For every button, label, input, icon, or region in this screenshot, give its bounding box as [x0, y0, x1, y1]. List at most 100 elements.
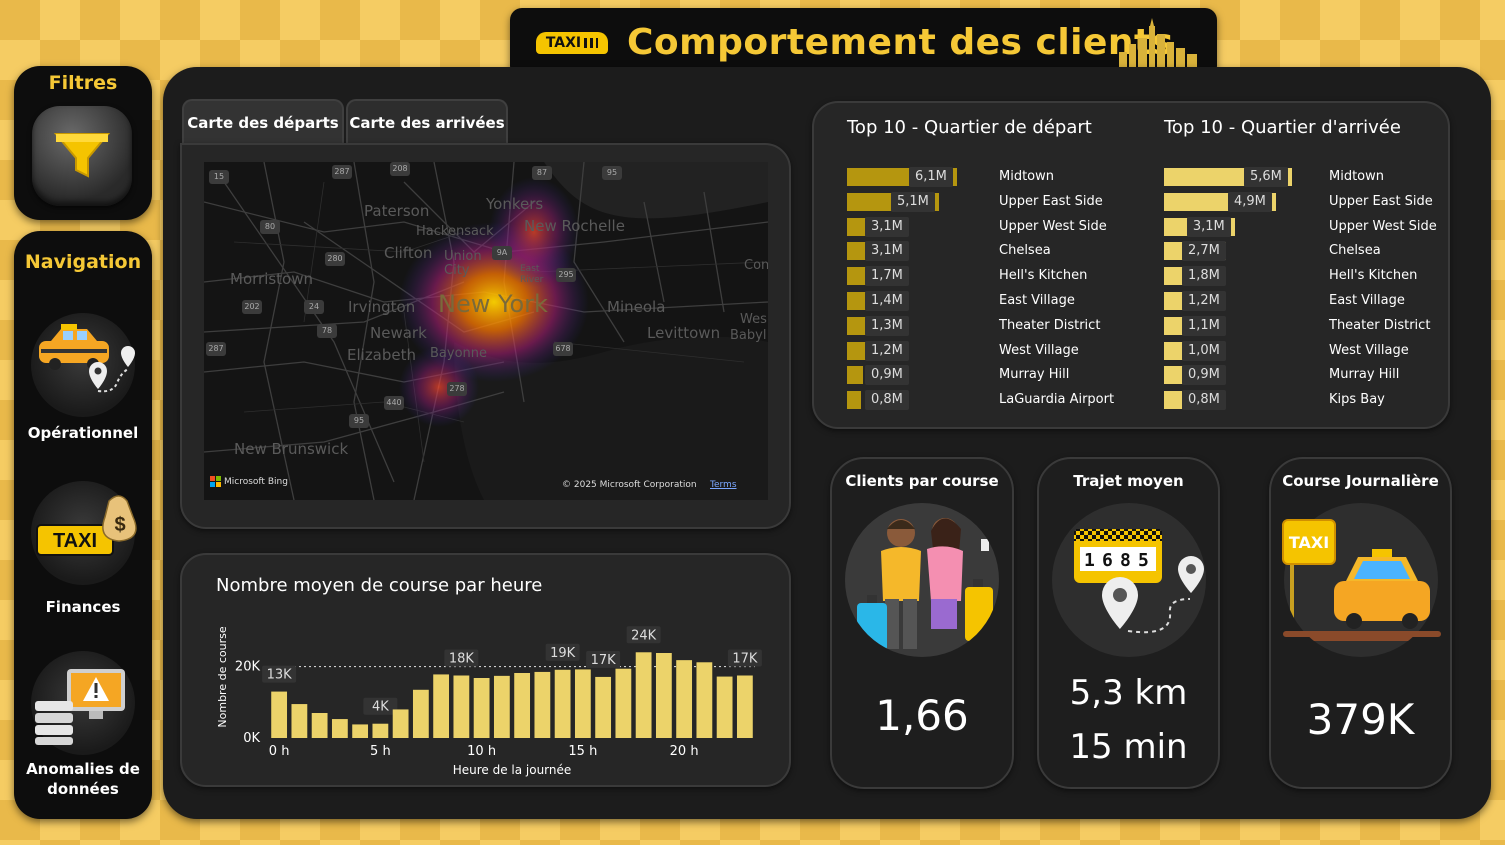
top10-bar-row[interactable]: 3,1M Upper West Side [1164, 216, 1464, 237]
top10-bar-row[interactable]: 6,1M Midtown [847, 167, 1147, 187]
chart-bar[interactable] [696, 662, 713, 738]
top10-name: Theater District [1329, 317, 1431, 333]
map-label: Babyl [730, 328, 767, 343]
top10-bar-row[interactable]: 2,7M Chelsea [1164, 241, 1464, 262]
top10-bar-value: 1,2M [1182, 291, 1226, 311]
kpi-trip-duration: 15 min [1069, 727, 1188, 767]
top10-name: Murray Hill [1329, 367, 1400, 383]
top10-bar-row[interactable]: 1,4M East Village [847, 291, 1147, 311]
chart-bar[interactable] [372, 723, 389, 738]
chart-bar[interactable] [716, 676, 733, 738]
kpi-clients-title: Clients par course [845, 472, 999, 490]
top10-bar [847, 366, 864, 385]
top10-bar-row[interactable]: 1,2M West Village [847, 340, 1147, 361]
taxi-sign-icon: TAXI [1282, 519, 1336, 565]
top10-bar-row[interactable]: 1,8M Hell's Kitchen [1164, 266, 1464, 287]
chart-bar[interactable] [574, 669, 591, 738]
top10-bar-row[interactable]: 3,1M Upper West Side [847, 216, 1147, 237]
map-label: East River [520, 264, 544, 285]
top10-bar-value: 0,9M [865, 365, 909, 386]
top10-bar-row[interactable]: 0,8M Kips Bay [1164, 390, 1464, 411]
map-copyright: © 2025 Microsoft Corporation [562, 480, 697, 490]
chart-bar[interactable] [271, 691, 288, 738]
chart-bar[interactable] [433, 674, 450, 738]
y-tick-label: 0K [243, 731, 260, 746]
top10-name: Midtown [1329, 169, 1385, 184]
x-tick-label: 10 h [467, 744, 496, 759]
filters-label: Filtres [48, 72, 118, 94]
chart-bar[interactable] [676, 660, 693, 738]
map-terms-link[interactable]: Terms [710, 480, 737, 490]
microsoft-logo-icon [210, 476, 221, 487]
data-label: 17K [591, 653, 617, 668]
chart-bar[interactable] [352, 724, 369, 738]
chart-bar[interactable] [331, 719, 348, 738]
top10-bar-row[interactable]: 1,3M Theater District [847, 315, 1147, 336]
taxi-route-icon [31, 313, 135, 417]
highway-shield: 202 [242, 300, 262, 314]
highway-shield: 287 [206, 342, 226, 356]
map-label: Mineola [607, 298, 666, 316]
chart-bar[interactable] [554, 669, 571, 738]
top10-bar-value: 2,7M [1182, 241, 1226, 262]
nav-item-operationnel[interactable]: Opérationnel [14, 313, 152, 443]
top10-bar-row[interactable]: 0,9M Murray Hill [847, 365, 1147, 386]
chart-bar[interactable] [453, 675, 470, 739]
map-label: Irvington [348, 298, 416, 316]
highway-shield: 87 [532, 166, 552, 180]
x-axis-label: Heure de la journée [453, 763, 572, 777]
chart-bar[interactable] [311, 713, 328, 738]
x-tick-label: 5 h [370, 744, 391, 759]
chart-bar[interactable] [291, 704, 308, 738]
nav-item-anomalies[interactable]: Anomalies de données [14, 651, 152, 799]
map-label: Elizabeth [347, 346, 417, 364]
kpi-trip-title: Trajet moyen [1073, 472, 1184, 490]
top10-name: Upper East Side [1329, 193, 1433, 209]
highway-shield: 278 [447, 382, 467, 396]
chart-bar[interactable] [392, 709, 409, 738]
kpi-clients-value: 1,66 [875, 691, 969, 740]
chart-bar[interactable] [493, 675, 510, 738]
top10-arrival-title: Top 10 - Quartier d'arrivée [1164, 117, 1401, 138]
highway-shield: 15 [209, 170, 229, 184]
top10-bar-row[interactable]: 0,9M Murray Hill [1164, 365, 1464, 386]
map-label: Yonkers [486, 195, 544, 213]
top10-bar-value: 3,1M [865, 216, 909, 237]
highway-shield: 95 [602, 166, 622, 180]
top10-bar-value: 1,1M [1182, 315, 1226, 336]
top10-name: West Village [1329, 342, 1409, 358]
top10-bar-row[interactable]: 1,1M Theater District [1164, 315, 1464, 336]
top10-bar-row[interactable]: 0,8M LaGuardia Airport [847, 390, 1147, 411]
nav-item-finances[interactable]: TAXI $ Finances [14, 481, 152, 617]
tab-arrivals-map[interactable]: Carte des arrivées [346, 99, 508, 145]
chart-bar[interactable] [615, 668, 632, 738]
chart-bar[interactable] [655, 653, 672, 738]
top10-bar-value: 1,0M [1182, 340, 1226, 361]
top10-name: Murray Hill [999, 367, 1070, 383]
top10-bar-row[interactable]: 1,2M East Village [1164, 291, 1464, 311]
curb-icon [1283, 631, 1441, 637]
chart-bar[interactable] [736, 675, 753, 739]
top10-bar-row[interactable]: 3,1M Chelsea [847, 241, 1147, 262]
chart-bar[interactable] [473, 678, 490, 738]
top10-bar-value: 0,8M [865, 390, 909, 411]
chart-bar[interactable] [595, 676, 612, 738]
chart-bar[interactable] [534, 671, 551, 738]
top10-bar-row[interactable]: 5,1M Upper East Side [847, 191, 1147, 212]
top10-bar-row[interactable]: 1,7M Hell's Kitchen [847, 266, 1147, 287]
map-label: Wes [740, 312, 767, 327]
highway-shield: 9A [492, 246, 512, 260]
filter-button[interactable] [32, 106, 132, 206]
kpi-daily-value: 379K [1306, 695, 1415, 744]
chart-bar[interactable] [635, 652, 652, 738]
tab-departures-map[interactable]: Carte des départs [182, 99, 344, 145]
top10-bar-value: 1,8M [1182, 266, 1226, 287]
chart-bar[interactable] [412, 689, 429, 738]
chart-bar[interactable] [514, 673, 531, 738]
top10-bar [847, 391, 862, 410]
top10-bar-row[interactable]: 5,6M Midtown [1164, 167, 1464, 187]
top10-bar-row[interactable]: 1,0M West Village [1164, 340, 1464, 361]
heatmap-map[interactable]: Paterson Yonkers Hackensack New Rochelle… [204, 162, 768, 500]
top10-bar-row[interactable]: 4,9M Upper East Side [1164, 191, 1464, 212]
svg-text:5: 5 [1138, 550, 1149, 571]
